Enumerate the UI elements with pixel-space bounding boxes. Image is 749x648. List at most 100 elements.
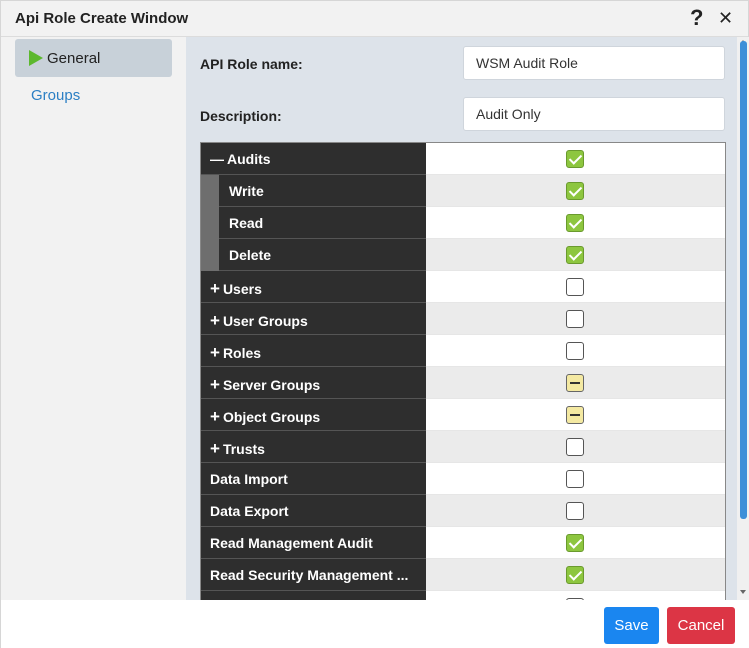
permission-row: + Users — [201, 271, 725, 303]
permission-checkbox-cell — [426, 303, 725, 335]
permission-name-cell[interactable]: + User Groups — [201, 303, 426, 335]
permission-checkbox[interactable] — [566, 310, 584, 328]
permission-label: Read Security Management ... — [210, 567, 409, 583]
permission-label: Data Export — [210, 503, 289, 519]
permission-checkbox-cell — [426, 495, 725, 527]
help-icon[interactable]: ? — [690, 4, 703, 32]
expand-icon[interactable]: + — [210, 279, 220, 298]
footer: Save Cancel — [1, 600, 749, 648]
permission-row: + Trusts — [201, 431, 725, 463]
permission-label: Delete — [229, 247, 272, 263]
main-panel: API Role name: Description: —Audits Write… — [186, 37, 737, 600]
permission-row: Delete — [201, 239, 725, 271]
window-title: Api Role Create Window — [15, 10, 189, 27]
permission-checkbox-cell — [426, 559, 725, 591]
permission-checkbox-cell — [426, 335, 725, 367]
permission-checkbox-cell — [426, 175, 725, 207]
permission-row: + Roles — [201, 335, 725, 367]
description-input[interactable] — [463, 97, 725, 131]
permission-label: Write — [229, 183, 264, 199]
permission-row: Read Management Audit — [201, 527, 725, 559]
permission-label: Roles — [222, 345, 262, 361]
sidebar-item-label: Groups — [31, 87, 81, 104]
permission-checkbox[interactable] — [566, 342, 584, 360]
permission-checkbox[interactable] — [566, 438, 584, 456]
indent-bar — [201, 207, 219, 239]
permission-name-cell[interactable]: + Users — [201, 271, 426, 303]
permission-checkbox[interactable] — [566, 246, 584, 264]
permission-label: Users — [222, 281, 262, 297]
scrollbar[interactable] — [737, 37, 749, 600]
expand-icon[interactable]: + — [210, 343, 220, 362]
permission-name-cell[interactable]: + Server Groups — [201, 367, 426, 399]
permission-checkbox-cell — [426, 463, 725, 495]
sidebar: General Groups — [1, 37, 186, 600]
permission-label: Read — [229, 215, 264, 231]
permission-row: Data Import — [201, 463, 725, 495]
permission-checkbox[interactable] — [566, 502, 584, 520]
permission-row: + Object Groups — [201, 399, 725, 431]
expand-icon[interactable]: + — [210, 407, 220, 426]
permission-row: Read Security Management ... — [201, 559, 725, 591]
permission-checkbox[interactable] — [566, 374, 584, 392]
permission-label: Read Management Audit — [210, 535, 373, 551]
save-button[interactable]: Save — [604, 607, 659, 644]
permission-checkbox[interactable] — [566, 214, 584, 232]
permission-name-cell[interactable]: + Object Groups — [201, 399, 426, 431]
permission-name-cell: Delete — [201, 239, 426, 271]
permission-label: Data Import — [210, 471, 288, 487]
close-icon[interactable]: ✕ — [718, 7, 733, 29]
expand-icon[interactable]: + — [210, 439, 220, 458]
permission-label: Audits — [227, 151, 271, 167]
permissions-grid: — Audits Write Read Delete + Users + User Groups… — [200, 142, 726, 600]
cancel-button[interactable]: Cancel — [667, 607, 735, 644]
title-bar: Api Role Create Window ? ✕ — [1, 1, 748, 37]
sidebar-item-groups[interactable]: Groups — [15, 83, 172, 121]
permission-row: Write — [201, 175, 725, 207]
expand-icon[interactable]: + — [210, 375, 220, 394]
permission-name-cell: Read — [201, 207, 426, 239]
permission-name-cell[interactable]: + Trusts — [201, 431, 426, 463]
permission-row: + User Groups — [201, 303, 725, 335]
scroll-thumb[interactable] — [740, 41, 747, 519]
permission-checkbox-cell — [426, 591, 725, 600]
permission-checkbox[interactable] — [566, 566, 584, 584]
permission-checkbox[interactable] — [566, 278, 584, 296]
role-name-label: API Role name: — [200, 56, 303, 72]
indent-bar — [201, 239, 219, 271]
permission-checkbox-cell — [426, 271, 725, 303]
permission-name-cell: Read Security Management ... — [201, 559, 426, 591]
permission-name-cell: Write — [201, 175, 426, 207]
api-role-create-window: Api Role Create Window ? ✕ General Group… — [0, 0, 749, 648]
permission-label: Trusts — [222, 441, 265, 457]
permission-checkbox-cell — [426, 527, 725, 559]
permission-checkbox-cell — [426, 207, 725, 239]
permission-row — [201, 591, 725, 600]
permission-label: User Groups — [222, 313, 308, 329]
description-label: Description: — [200, 108, 282, 124]
permission-label: Server Groups — [222, 377, 321, 393]
scroll-down-icon[interactable] — [740, 590, 746, 594]
permission-checkbox[interactable] — [566, 406, 584, 424]
permission-name-cell[interactable]: — Audits — [201, 143, 426, 175]
permission-checkbox[interactable] — [566, 534, 584, 552]
collapse-icon[interactable]: — — [210, 151, 224, 167]
permission-name-cell[interactable]: + Roles — [201, 335, 426, 367]
permission-checkbox-cell — [426, 143, 725, 175]
sidebar-item-label: General — [47, 50, 101, 67]
permission-row: Read — [201, 207, 725, 239]
permission-checkbox[interactable] — [566, 182, 584, 200]
permission-row: Data Export — [201, 495, 725, 527]
permission-checkbox-cell — [426, 367, 725, 399]
permission-row: — Audits — [201, 143, 725, 175]
role-name-input[interactable] — [463, 46, 725, 80]
expand-icon[interactable]: + — [210, 311, 220, 330]
permission-checkbox[interactable] — [566, 150, 584, 168]
permission-checkbox-cell — [426, 239, 725, 271]
permission-checkbox[interactable] — [566, 470, 584, 488]
permission-checkbox-cell — [426, 431, 725, 463]
permission-name-cell: Read Management Audit — [201, 527, 426, 559]
permission-label: Object Groups — [222, 409, 321, 425]
play-icon — [29, 50, 43, 66]
sidebar-item-general[interactable]: General — [15, 39, 172, 77]
